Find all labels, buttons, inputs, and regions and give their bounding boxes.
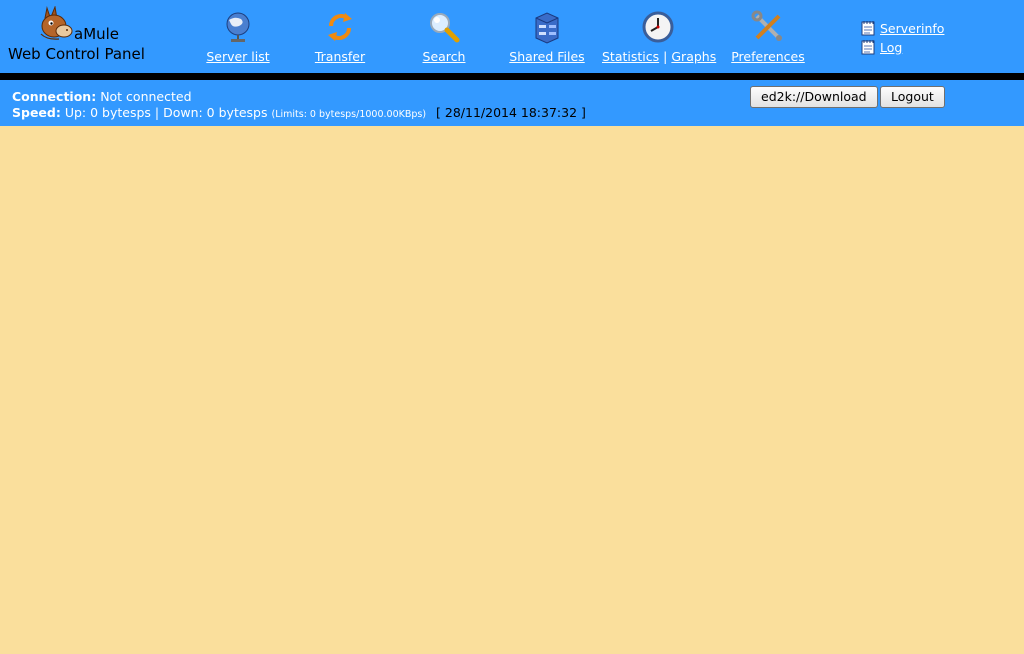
- nav-shared-files-label[interactable]: Shared Files: [509, 49, 584, 64]
- app-name: aMule: [74, 25, 120, 43]
- nav-search[interactable]: Search: [420, 10, 468, 65]
- side-link-log[interactable]: Log: [861, 39, 902, 55]
- speed-label: Speed:: [12, 105, 61, 120]
- logo: aMule Web Control Panel: [8, 6, 178, 66]
- nav-transfer[interactable]: Transfer: [310, 10, 370, 65]
- nav-statistics[interactable]: Statistics | Graphs: [602, 10, 716, 65]
- tools-icon: [751, 10, 782, 41]
- nav-search-label[interactable]: Search: [423, 49, 466, 64]
- nav-shared-files[interactable]: Shared Files: [508, 10, 586, 65]
- magnifier-icon: [430, 13, 460, 43]
- transfer-arrows-icon: [328, 13, 352, 41]
- clock-icon: [642, 11, 674, 43]
- status-bar: Connection: Not connected Speed: Up: 0 b…: [0, 80, 1024, 126]
- app-subtitle: Web Control Panel: [8, 45, 145, 63]
- log-link[interactable]: Log: [880, 40, 902, 55]
- connection-value: Not connected: [100, 89, 192, 104]
- nav-server-list-label[interactable]: Server list: [206, 49, 269, 64]
- nav-preferences-label[interactable]: Preferences: [731, 49, 805, 64]
- nav-statistics-label[interactable]: Statistics: [602, 49, 659, 64]
- main-content: [0, 126, 1024, 654]
- globe-icon: [226, 12, 250, 42]
- header-divider: [0, 73, 1024, 80]
- logout-button[interactable]: Logout: [880, 86, 945, 108]
- ed2k-download-button[interactable]: ed2k://Download: [750, 86, 878, 108]
- nav-preferences[interactable]: Preferences: [730, 10, 806, 65]
- header: aMule Web Control Panel Server list Tran…: [0, 0, 1024, 73]
- serverinfo-link[interactable]: Serverinfo: [880, 21, 944, 36]
- connection-status: Connection: Not connected: [12, 89, 192, 104]
- side-link-serverinfo[interactable]: Serverinfo: [861, 20, 944, 36]
- connection-label: Connection:: [12, 89, 97, 104]
- nav-server-list[interactable]: Server list: [205, 10, 271, 65]
- file-cabinet-icon: [535, 12, 559, 44]
- nav-graphs-label[interactable]: Graphs: [671, 49, 716, 64]
- speed-value: Up: 0 bytesps | Down: 0 bytesps: [64, 105, 268, 120]
- mule-logo-icon: [40, 6, 73, 40]
- speed-limits: (Limits: 0 bytesps/1000.00KBps): [271, 109, 427, 120]
- speed-status: Speed: Up: 0 bytesps | Down: 0 bytesps (…: [12, 105, 586, 120]
- nav-separator: |: [663, 49, 668, 64]
- notepad-icon: [861, 21, 875, 36]
- datetime: [ 28/11/2014 18:37:32 ]: [436, 105, 586, 120]
- nav-transfer-label[interactable]: Transfer: [315, 49, 365, 64]
- notepad-icon: [861, 40, 875, 55]
